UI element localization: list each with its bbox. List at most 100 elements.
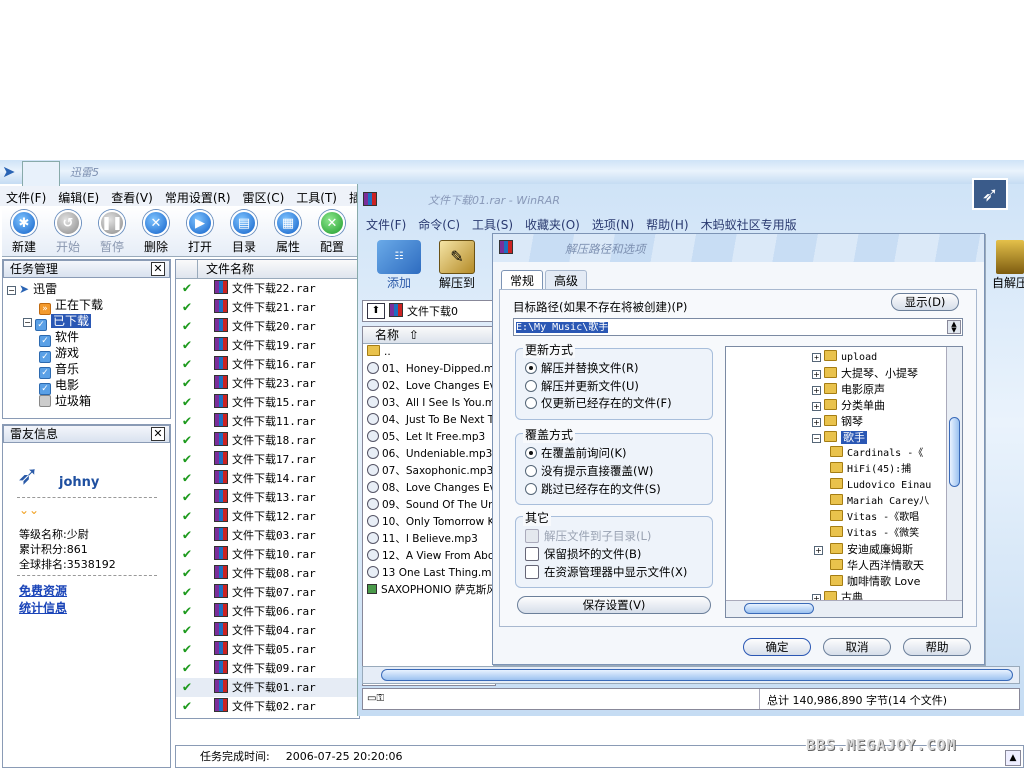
task-tree-item[interactable]: » 正在下载 — [7, 297, 166, 315]
table-row[interactable]: ✔ 文件下载18.rar — [176, 431, 359, 450]
radio-option[interactable]: 跳过已经存在的文件(S) — [525, 480, 661, 498]
task-tree-item[interactable]: 垃圾箱 — [7, 393, 166, 409]
checkbox-option[interactable]: 解压文件到子目录(L) — [525, 527, 687, 545]
folder-item[interactable]: − 歌手 — [726, 430, 962, 446]
target-path-input[interactable]: E:\My Music\歌手 ▲ ▼ — [513, 318, 963, 336]
expand-icon[interactable]: + — [812, 386, 821, 395]
task-tree-item[interactable]: − ✓ 已下载 — [7, 313, 166, 331]
checkbox-option[interactable]: 保留损坏的文件(B) — [525, 545, 687, 563]
folder-item[interactable]: Mariah Carey八 — [726, 494, 962, 510]
radio-option[interactable]: 仅更新已经存在的文件(F) — [525, 395, 672, 413]
radio-option[interactable]: 没有提示直接覆盖(W) — [525, 462, 661, 480]
table-row[interactable]: ✔ 文件下载12.rar — [176, 507, 359, 526]
ok-button[interactable]: 确定 — [743, 638, 811, 656]
expand-icon[interactable]: + — [812, 353, 821, 362]
xunlei-menu-tools[interactable]: 工具(T) — [296, 191, 337, 205]
xunlei-menu-zone[interactable]: 雷区(C) — [243, 191, 285, 205]
status-scroll-up-icon[interactable]: ▲ — [1005, 750, 1021, 766]
xunlei-menu-settings[interactable]: 常用设置(R) — [165, 191, 231, 205]
folder-item[interactable]: + 分类单曲 — [726, 398, 962, 414]
tab-advanced[interactable]: 高级 — [545, 270, 588, 290]
task-tree-item[interactable]: − ➤ 迅雷 — [7, 281, 166, 297]
list-item[interactable]: 04、Just To Be Next To You — [367, 412, 495, 429]
toolbar-properties-button[interactable]: ▦ 属性 — [266, 210, 310, 256]
table-row[interactable]: ✔ 文件下载23.rar — [176, 374, 359, 393]
expand-icon[interactable]: + — [812, 418, 821, 427]
list-item[interactable]: 10、Only Tomorrow Knows — [367, 514, 495, 531]
radio-option[interactable]: 解压并更新文件(U) — [525, 378, 672, 396]
table-row[interactable]: ✔ 文件下载19.rar — [176, 336, 359, 355]
table-row[interactable]: ✔ 文件下载10.rar — [176, 545, 359, 564]
xunlei-menu-edit[interactable]: 编辑(E) — [58, 191, 99, 205]
table-row[interactable]: ✔ 文件下载16.rar — [176, 355, 359, 374]
folder-hscroll[interactable] — [726, 600, 962, 617]
table-row[interactable]: ✔ 文件下载02.rar — [176, 697, 359, 716]
rar-menu-help[interactable]: 帮助(H) — [646, 218, 688, 232]
expand-icon[interactable]: + — [812, 370, 821, 379]
list-item[interactable]: 05、Let It Free.mp3 — [367, 429, 495, 446]
rar-horizontal-scrollbar[interactable] — [362, 666, 1020, 684]
folder-item[interactable]: Vitas -《微笑 — [726, 526, 962, 542]
toolbar-folder-button[interactable]: ▤ 目录 — [222, 210, 266, 256]
list-item[interactable]: .. — [367, 344, 495, 361]
path-dropdown-icon[interactable]: ▲ ▼ — [947, 320, 961, 334]
list-item[interactable]: 12、A View From Above — [367, 548, 495, 565]
task-panel-close-icon[interactable]: ✕ — [151, 262, 165, 276]
collapse-icon[interactable]: − — [23, 318, 32, 327]
folder-item[interactable]: Vitas -《歌唱 — [726, 510, 962, 526]
statistics-link[interactable]: 统计信息 — [19, 600, 67, 617]
task-tree-item[interactable]: ✓ 软件 — [7, 329, 166, 347]
expand-icon[interactable]: + — [812, 402, 821, 411]
table-row[interactable]: ✔ 文件下载20.rar — [176, 317, 359, 336]
table-row[interactable]: ✔ 文件下载04.rar — [176, 621, 359, 640]
folder-item[interactable]: Cardinals -《 — [726, 446, 962, 462]
table-row[interactable]: ✔ 文件下载03.rar — [176, 526, 359, 545]
extract-to-button[interactable]: ✎ 解压到 — [432, 240, 482, 291]
list-item[interactable]: 06、Undeniable.mp3 — [367, 446, 495, 463]
collapse-icon[interactable]: − — [812, 434, 821, 443]
toolbar-config-button[interactable]: ✕ 配置 — [310, 210, 354, 256]
table-row[interactable]: ✔ 文件下载22.rar — [176, 279, 359, 298]
tab-general[interactable]: 常规 — [501, 270, 544, 290]
rar-menu-options[interactable]: 选项(N) — [592, 218, 634, 232]
winrar-bird-icon[interactable]: ➶ — [972, 178, 1008, 210]
rar-menu-favorites[interactable]: 收藏夹(O) — [525, 218, 580, 232]
table-row[interactable]: ✔ 文件下载08.rar — [176, 564, 359, 583]
task-tree-item[interactable]: ✓ 游戏 — [7, 345, 166, 363]
task-tree-item[interactable]: ✓ 音乐 — [7, 361, 166, 379]
folder-item[interactable]: + 大提琴、小提琴 — [726, 366, 962, 382]
folder-item[interactable]: Ludovico Einau — [726, 478, 962, 494]
table-row[interactable]: ✔ 文件下载01.rar — [176, 678, 359, 697]
folder-vscroll[interactable] — [946, 347, 962, 601]
table-row[interactable]: ✔ 文件下载09.rar — [176, 659, 359, 678]
list-item[interactable]: 08、Love Changes Everything — [367, 480, 495, 497]
radio-option[interactable]: 解压并替换文件(R) — [525, 360, 672, 378]
table-row[interactable]: ✔ 文件下载05.rar — [176, 640, 359, 659]
folder-item[interactable]: 咖啡情歌 Love — [726, 574, 962, 590]
folder-item[interactable]: + 安迪威廉姆斯 — [726, 542, 962, 558]
list-item[interactable]: 11、I Believe.mp3 — [367, 531, 495, 548]
free-resources-link[interactable]: 免费资源 — [19, 583, 67, 600]
rar-menu-command[interactable]: 命令(C) — [418, 218, 460, 232]
file-name-column-header[interactable]: 文件名称 — [198, 262, 254, 276]
xunlei-menu-file[interactable]: 文件(F) — [6, 191, 46, 205]
folder-item[interactable]: + 电影原声 — [726, 382, 962, 398]
folder-item[interactable]: 华人西洋情歌天 — [726, 558, 962, 574]
show-button[interactable]: 显示(D) — [891, 293, 959, 311]
rar-menu-edition[interactable]: 木蚂蚁社区专用版 — [701, 218, 797, 232]
table-row[interactable]: ✔ 文件下载21.rar — [176, 298, 359, 317]
expand-icon[interactable]: + — [814, 546, 823, 555]
rar-menu-file[interactable]: 文件(F) — [366, 218, 406, 232]
table-row[interactable]: ✔ 文件下载14.rar — [176, 469, 359, 488]
add-button[interactable]: ☷ 添加 — [374, 240, 424, 291]
toolbar-delete-button[interactable]: ✕ 删除 — [134, 210, 178, 256]
toolbar-open-button[interactable]: ▶ 打开 — [178, 210, 222, 256]
radio-option[interactable]: 在覆盖前询问(K) — [525, 444, 661, 462]
list-item[interactable]: 09、Sound Of The Underground — [367, 497, 495, 514]
toolbar-start-button[interactable]: ↺ 开始 — [46, 210, 90, 256]
toolbar-new-button[interactable]: ✱ 新建 — [2, 210, 46, 256]
collapse-icon[interactable]: − — [7, 286, 16, 295]
table-row[interactable]: ✔ 文件下载15.rar — [176, 393, 359, 412]
friend-panel-close-icon[interactable]: ✕ — [151, 427, 165, 441]
table-row[interactable]: ✔ 文件下载11.rar — [176, 412, 359, 431]
